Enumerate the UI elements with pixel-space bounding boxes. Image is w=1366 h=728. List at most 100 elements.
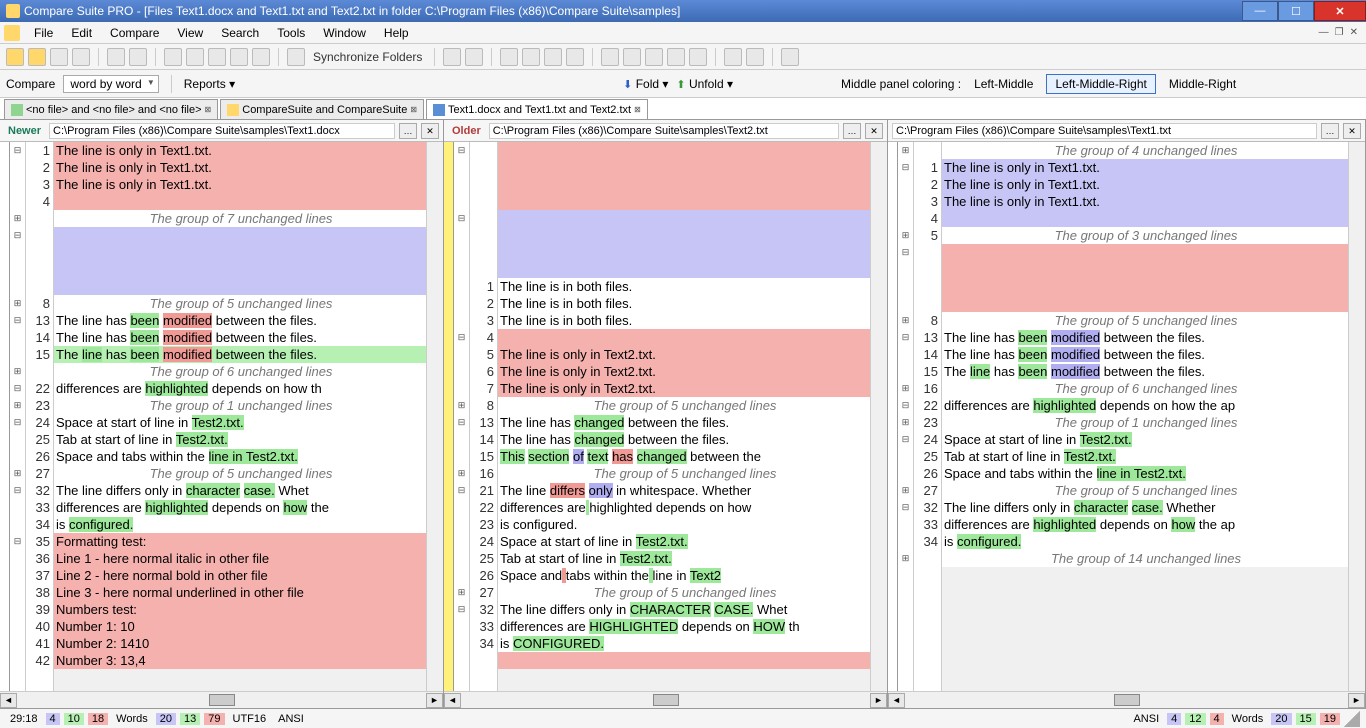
maximize-button[interactable]: ☐ <box>1278 1 1314 21</box>
fold-toggle[interactable]: ⊞ <box>10 465 25 482</box>
marker-button[interactable] <box>601 48 619 66</box>
code-area[interactable]: The line is only in Text1.txt. The line i… <box>54 142 426 691</box>
sync-folders-label[interactable]: Synchronize Folders <box>309 50 426 64</box>
code-line[interactable] <box>498 244 870 261</box>
help-button[interactable] <box>746 48 764 66</box>
code-line[interactable]: Tab at start of line in Test2.txt. <box>942 448 1348 465</box>
find-button[interactable] <box>724 48 742 66</box>
menu-window[interactable]: Window <box>315 24 374 42</box>
new-button[interactable] <box>6 48 24 66</box>
diff4-button[interactable] <box>689 48 707 66</box>
code-line[interactable]: is CONFIGURED. <box>498 635 870 652</box>
code-line[interactable]: The line differs only in whitespace. Whe… <box>498 482 870 499</box>
fold-toggle[interactable]: ⊟ <box>898 397 913 414</box>
file-path-input[interactable] <box>49 123 395 139</box>
browse-button[interactable]: … <box>1321 123 1339 139</box>
code-line[interactable]: differences are highlighted depends on h… <box>942 516 1348 533</box>
close-tab-icon[interactable]: ⊠ <box>205 105 212 114</box>
code-line[interactable]: The group of 6 unchanged lines <box>942 380 1348 397</box>
layout2-button[interactable] <box>544 48 562 66</box>
fold-toggle[interactable]: ⊟ <box>898 159 913 176</box>
code-line[interactable]: Number 1: 10 <box>54 618 426 635</box>
fold-toggle[interactable]: ⊟ <box>10 414 25 431</box>
fold-toggle[interactable]: ⊞ <box>454 397 469 414</box>
horizontal-scrollbar[interactable]: ◄► <box>444 691 887 708</box>
view-button[interactable] <box>500 48 518 66</box>
vertical-scrollbar[interactable] <box>426 142 443 691</box>
code-line[interactable] <box>54 227 426 244</box>
reports-dropdown[interactable]: Reports ▾ <box>184 77 235 91</box>
code-line[interactable]: The group of 5 unchanged lines <box>942 482 1348 499</box>
fold-button[interactable]: ⬇ Fold ▾ <box>623 77 668 91</box>
doc-tab[interactable]: Text1.docx and Text1.txt and Text2.txt ⊠ <box>426 99 648 119</box>
code-line[interactable] <box>54 244 426 261</box>
close-tab-icon[interactable]: ⊠ <box>410 105 417 114</box>
doc-tab[interactable]: <no file> and <no file> and <no file> ⊠ <box>4 99 218 119</box>
settings-button[interactable] <box>781 48 799 66</box>
fold-toggle[interactable]: ⊟ <box>454 142 469 159</box>
code-line[interactable]: The line is only in Text1.txt. <box>54 176 426 193</box>
code-line[interactable]: The group of 1 unchanged lines <box>54 397 426 414</box>
menu-compare[interactable]: Compare <box>102 24 167 42</box>
horizontal-scrollbar[interactable]: ◄► <box>0 691 443 708</box>
minimize-button[interactable]: — <box>1242 1 1278 21</box>
code-line[interactable]: The group of 5 unchanged lines <box>942 312 1348 329</box>
code-line[interactable]: differences are HIGHLIGHTED depends on H… <box>498 618 870 635</box>
code-line[interactable] <box>942 295 1348 312</box>
resize-grip[interactable] <box>1344 711 1360 727</box>
code-line[interactable]: The line has changed between the files. <box>498 431 870 448</box>
code-line[interactable] <box>498 227 870 244</box>
menu-help[interactable]: Help <box>376 24 417 42</box>
fold-toggle[interactable]: ⊞ <box>898 482 913 499</box>
code-line[interactable]: The group of 6 unchanged lines <box>54 363 426 380</box>
browse-button[interactable]: … <box>399 123 417 139</box>
code-line[interactable]: The group of 14 unchanged lines <box>942 550 1348 567</box>
code-line[interactable]: The line is only in Text1.txt. <box>54 142 426 159</box>
code-line[interactable]: The group of 3 unchanged lines <box>942 227 1348 244</box>
fold-toggle[interactable]: ⊞ <box>898 227 913 244</box>
code-line[interactable] <box>498 652 870 669</box>
close-tab-icon[interactable]: ⊠ <box>634 105 641 114</box>
menu-view[interactable]: View <box>169 24 211 42</box>
mdi-minimize-icon[interactable]: — <box>1319 27 1329 38</box>
save-button[interactable] <box>50 48 68 66</box>
fold-toggle[interactable]: ⊟ <box>898 329 913 346</box>
fold-toggle[interactable]: ⊟ <box>454 210 469 227</box>
code-line[interactable]: differences are highlighted depends on h… <box>54 380 426 397</box>
code-line[interactable] <box>54 261 426 278</box>
goto-prev-button[interactable] <box>164 48 182 66</box>
code-line[interactable] <box>942 261 1348 278</box>
code-line[interactable]: The line differs only in character case.… <box>942 499 1348 516</box>
code-line[interactable]: Space and tabs within the line in Text2 <box>498 567 870 584</box>
code-line[interactable]: The line is only in Text1.txt. <box>942 176 1348 193</box>
code-line[interactable]: The line is only in Text1.txt. <box>942 159 1348 176</box>
fold-toggle[interactable]: ⊟ <box>10 312 25 329</box>
vertical-scrollbar[interactable] <box>1348 142 1365 691</box>
fold-toggle[interactable]: ⊟ <box>10 482 25 499</box>
code-line[interactable]: Space at start of line in Test2.txt. <box>498 533 870 550</box>
fold-toggle[interactable]: ⊞ <box>898 312 913 329</box>
code-line[interactable]: differences are highlighted depends on h… <box>54 499 426 516</box>
fold-toggle[interactable]: ⊟ <box>898 244 913 261</box>
code-line[interactable]: The line is only in Text1.txt. <box>942 193 1348 210</box>
code-line[interactable]: The group of 5 unchanged lines <box>54 465 426 482</box>
code-line[interactable] <box>942 210 1348 227</box>
coloring-left-middle[interactable]: Left-Middle <box>965 74 1042 94</box>
fold-toggle[interactable]: ⊞ <box>454 584 469 601</box>
refresh-button[interactable] <box>208 48 226 66</box>
file-path-input[interactable] <box>489 123 839 139</box>
code-line[interactable]: The line differs only in CHARACTER CASE.… <box>498 601 870 618</box>
code-line[interactable]: Number 2: 1410 <box>54 635 426 652</box>
undo-button[interactable] <box>107 48 125 66</box>
code-line[interactable]: The line is in both files. <box>498 295 870 312</box>
close-pane-button[interactable]: ✕ <box>421 123 439 139</box>
code-line[interactable]: is configured. <box>498 516 870 533</box>
goto-last-button[interactable] <box>252 48 270 66</box>
open-button[interactable] <box>28 48 46 66</box>
fold-toggle[interactable]: ⊞ <box>10 397 25 414</box>
code-line[interactable]: The line is only in Text2.txt. <box>498 380 870 397</box>
redo-button[interactable] <box>129 48 147 66</box>
fold-toggle[interactable]: ⊟ <box>10 142 25 159</box>
browse-button[interactable]: … <box>843 123 861 139</box>
fold-toggle[interactable]: ⊟ <box>454 482 469 499</box>
